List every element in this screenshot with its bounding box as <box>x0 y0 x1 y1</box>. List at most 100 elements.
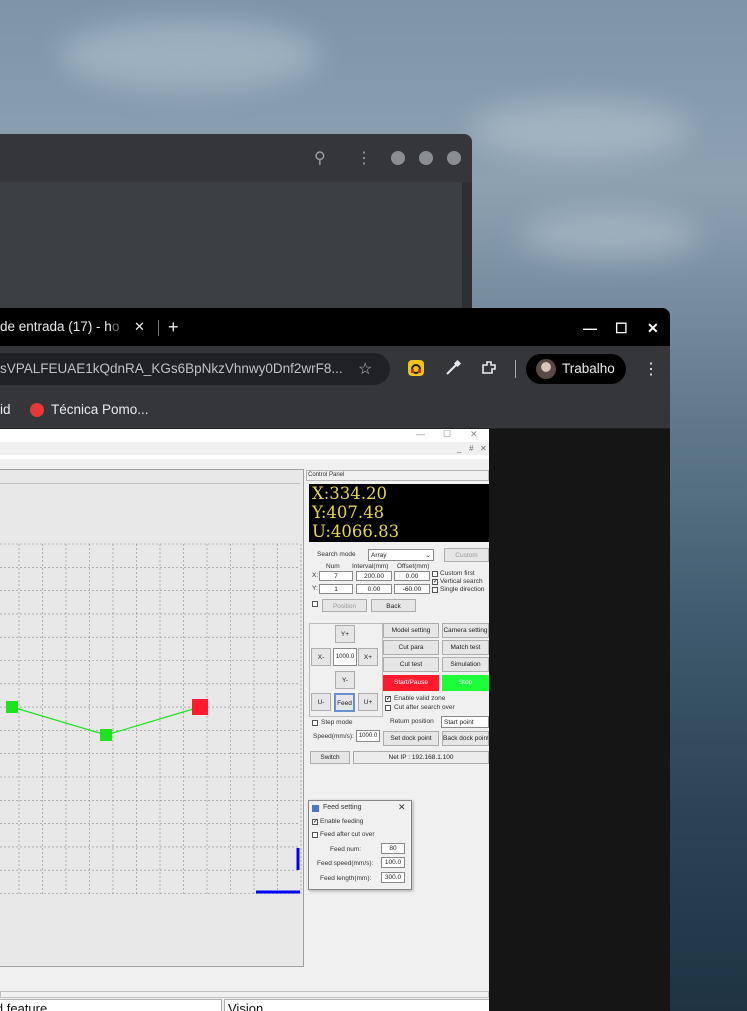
set-dock-point-button[interactable]: Set dock point <box>383 731 439 746</box>
cut-canvas[interactable] <box>0 469 304 967</box>
cut-after-search-checkbox[interactable] <box>385 705 391 711</box>
feed-length-field[interactable]: 300.0 <box>381 872 405 883</box>
background-window-titlebar[interactable]: ⚲ ⋮ <box>0 134 472 182</box>
y-num-field[interactable]: 1 <box>319 584 353 594</box>
kebab-menu-icon[interactable]: ⋮ <box>643 359 659 379</box>
x-num-field[interactable]: 7 <box>319 571 353 581</box>
single-direction-label: Single direction <box>440 586 485 593</box>
u-minus-button[interactable]: U- <box>311 693 331 711</box>
vertical-search-label: Vertical search <box>440 578 483 585</box>
maximize-button[interactable]: ☐ <box>615 308 628 348</box>
stop-button[interactable]: Stop <box>442 675 489 691</box>
single-direction-checkbox[interactable] <box>432 587 438 593</box>
coordinate-readout: X:334.20 Y:407.48 U:4066.83 <box>309 484 489 542</box>
eyedropper-icon[interactable] <box>444 359 462 382</box>
search-icon[interactable]: ⚲ <box>314 148 326 168</box>
tab-strip[interactable]: de entrada (17) - ho ✕ + — ☐ ✕ <box>0 308 670 346</box>
minimize-button[interactable]: — <box>583 308 597 348</box>
feed-speed-field[interactable]: 100.0 <box>381 857 405 868</box>
match-test-button[interactable]: Match test <box>442 640 489 655</box>
browser-window[interactable]: de entrada (17) - ho ✕ + — ☐ ✕ sVPALFEUA… <box>0 308 670 1011</box>
inner-minimize-button[interactable]: _ <box>457 444 461 453</box>
row-y-label: Y: <box>312 585 318 592</box>
x-plus-button[interactable]: X+ <box>358 648 378 666</box>
path-node-green <box>6 701 18 713</box>
inner-restore-button[interactable]: # <box>469 444 473 453</box>
start-pause-button[interactable]: Start/Pause <box>383 675 439 691</box>
inner-close-button[interactable]: ✕ <box>480 444 487 453</box>
feed-button[interactable]: Feed <box>334 693 355 712</box>
search-mode-select[interactable]: Array ⌄ <box>368 549 434 561</box>
model-setting-button[interactable]: Model setting <box>383 623 439 638</box>
jog-step-field[interactable]: 1000.0 <box>333 648 357 666</box>
cut-test-button[interactable]: Cut test <box>383 657 439 672</box>
app-maximize-button[interactable]: ☐ <box>443 429 451 440</box>
x-offset-field[interactable]: 0.00 <box>394 571 430 581</box>
switch-button[interactable]: Switch <box>310 751 350 764</box>
cut-para-button[interactable]: Cut para <box>383 640 439 655</box>
back-dock-point-button[interactable]: Back dock point <box>442 731 489 746</box>
back-button[interactable]: Back <box>371 599 416 612</box>
url-text[interactable]: sVPALFEUAE1kQdnRA_KGs6BpNkzVhnwy0Dnf2wrF… <box>0 353 343 385</box>
app-close-button[interactable]: ✕ <box>470 429 478 440</box>
tab-vision[interactable]: Vision <box>224 999 489 1011</box>
custom-button[interactable]: Custom <box>444 548 489 562</box>
x-interval-field[interactable]: 200.00 <box>356 571 392 581</box>
address-bar[interactable]: sVPALFEUAE1kQdnRA_KGs6BpNkzVhnwy0Dnf2wrF… <box>0 353 390 385</box>
camera-setting-button[interactable]: Camera setting <box>442 623 489 638</box>
x-minus-button[interactable]: X- <box>311 648 331 666</box>
speed-field[interactable]: 1000.0 <box>356 730 380 742</box>
feed-after-cut-checkbox[interactable] <box>312 832 318 838</box>
position-checkbox[interactable] <box>312 601 318 607</box>
y-interval-field[interactable]: 0.00 <box>356 584 392 594</box>
y-minus-button[interactable]: Y- <box>335 671 355 689</box>
step-mode-checkbox[interactable] <box>312 720 318 726</box>
bottom-scrollbar[interactable] <box>0 991 489 998</box>
vertical-search-checkbox[interactable]: ✓ <box>432 579 438 585</box>
window-dot-icon[interactable] <box>419 151 433 165</box>
position-button[interactable]: Position <box>322 599 367 612</box>
col-num-label: Num <box>326 563 340 570</box>
return-position-select[interactable]: Start point <box>441 716 489 728</box>
remote-app-view[interactable]: — ☐ ✕ _ # ✕ Control Panel X:334.20 Y:407… <box>0 429 489 1011</box>
speed-label: Speed(mm/s): <box>313 733 354 740</box>
extension-headphones-icon[interactable] <box>408 360 424 376</box>
feed-num-field[interactable]: 80 <box>381 843 405 854</box>
feed-speed-label: Feed speed(mm/s): <box>317 860 374 867</box>
window-dot-icon[interactable] <box>447 151 461 165</box>
browser-tab[interactable]: de entrada (17) - ho <box>0 308 155 346</box>
col-interval-label: Interval(mm) <box>352 563 389 570</box>
path-node-green <box>100 729 112 741</box>
tab-separator <box>158 320 159 336</box>
dialog-app-icon <box>312 805 319 812</box>
enable-feeding-checkbox[interactable]: ✓ <box>312 819 318 825</box>
return-position-label: Return position <box>390 718 434 725</box>
kebab-menu-icon[interactable]: ⋮ <box>356 148 372 168</box>
app-minimize-button[interactable]: — <box>416 429 425 439</box>
y-plus-button[interactable]: Y+ <box>335 625 355 643</box>
browser-toolbar: sVPALFEUAE1kQdnRA_KGs6BpNkzVhnwy0Dnf2wrF… <box>0 346 670 392</box>
custom-first-checkbox[interactable] <box>432 571 438 577</box>
window-dot-icon[interactable] <box>391 151 405 165</box>
close-window-button[interactable]: ✕ <box>647 308 659 348</box>
profile-button[interactable]: Trabalho <box>526 354 626 384</box>
tab-close-icon[interactable]: ✕ <box>134 308 145 346</box>
bookmark-item[interactable]: id <box>0 392 11 428</box>
extensions-puzzle-icon[interactable] <box>480 359 498 382</box>
enable-valid-zone-checkbox[interactable]: ✓ <box>385 696 391 702</box>
bookmark-star-icon[interactable]: ☆ <box>358 359 372 379</box>
close-icon[interactable]: ✕ <box>398 802 406 813</box>
simulation-button[interactable]: Simulation <box>442 657 489 672</box>
feed-setting-dialog[interactable]: Feed setting ✕ ✓ Enable feeding Feed aft… <box>308 800 412 890</box>
y-offset-field[interactable]: -60.00 <box>394 584 430 594</box>
background-browser-window[interactable]: ⚲ ⋮ <box>0 134 472 314</box>
row-x-label: X: <box>312 572 319 579</box>
u-plus-button[interactable]: U+ <box>358 693 378 711</box>
y-coordinate: Y:407.48 <box>312 503 385 522</box>
new-tab-button[interactable]: + <box>168 308 179 346</box>
tomato-icon <box>30 403 44 417</box>
bookmark-item-pomodoro[interactable]: Técnica Pomo... <box>51 392 149 428</box>
tab-feature[interactable]: ld feature <box>0 999 222 1011</box>
path-node-red <box>192 699 208 715</box>
enable-valid-zone-label: Enable valid zone <box>394 695 446 702</box>
